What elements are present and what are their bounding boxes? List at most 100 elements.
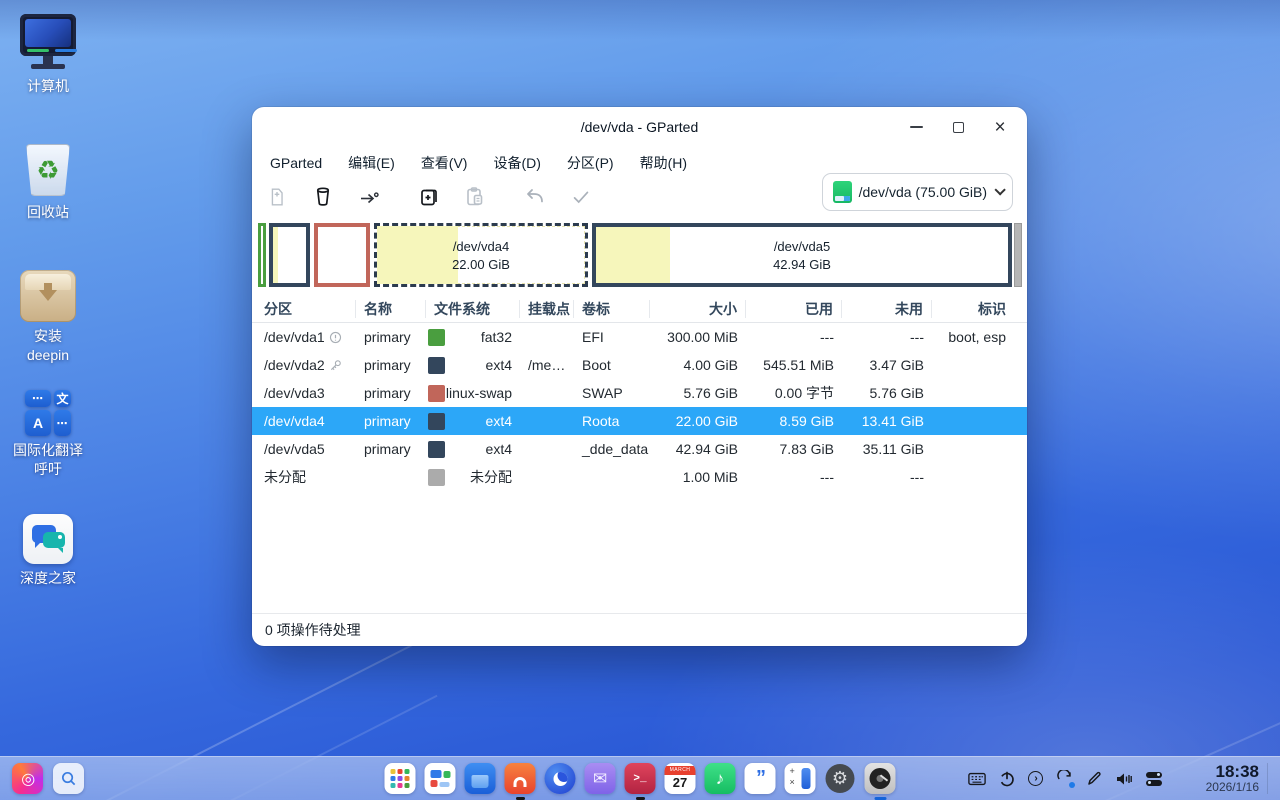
multitasking-button[interactable] bbox=[424, 763, 456, 794]
power-icon[interactable] bbox=[999, 771, 1015, 787]
calculator-button[interactable]: + × bbox=[784, 763, 816, 794]
clock-time: 18:38 bbox=[1215, 761, 1259, 781]
used: 7.83 GiB bbox=[779, 441, 834, 457]
flags bbox=[932, 435, 1020, 463]
partition-name: /dev/vda3 bbox=[264, 385, 325, 401]
col-filesystem[interactable]: 文件系统 bbox=[426, 300, 520, 318]
key-icon bbox=[330, 359, 341, 370]
music-button[interactable]: ♪ bbox=[704, 763, 736, 794]
taskbar-left: ◎ bbox=[12, 763, 84, 794]
desktop-icon-computer[interactable]: 计算机 bbox=[0, 12, 96, 96]
terminal-button[interactable]: >_ bbox=[624, 763, 656, 800]
search-button[interactable] bbox=[53, 763, 84, 794]
launcher-button[interactable]: ◎ bbox=[12, 763, 43, 794]
size: 22.00 GiB bbox=[675, 413, 738, 429]
gparted-window: /dev/vda - GParted × GParted 编辑(E) 查看(V)… bbox=[252, 107, 1027, 646]
diskbar-segment-vda3[interactable] bbox=[314, 223, 370, 287]
expand-tray-icon[interactable]: › bbox=[1028, 771, 1043, 786]
desktop-icon-label: 安装 bbox=[33, 328, 62, 344]
voice-notes-button[interactable]: ” bbox=[744, 763, 776, 794]
minimize-button[interactable] bbox=[895, 107, 937, 147]
menu-gparted[interactable]: GParted bbox=[270, 155, 322, 171]
col-unused[interactable]: 未用 bbox=[842, 300, 932, 318]
titlebar[interactable]: /dev/vda - GParted × bbox=[252, 107, 1027, 147]
new-partition-button[interactable] bbox=[262, 182, 292, 212]
diskbar-segment-unallocated[interactable] bbox=[1014, 223, 1022, 287]
col-mountpoint[interactable]: 挂载点 bbox=[520, 300, 574, 318]
resize-move-button[interactable] bbox=[354, 182, 384, 212]
browser-button[interactable] bbox=[544, 763, 576, 794]
fs-color-swatch bbox=[428, 468, 445, 486]
diskbar-segment-vda1[interactable] bbox=[258, 223, 266, 287]
maximize-button[interactable] bbox=[937, 107, 979, 147]
taskbar-clock[interactable]: 18:38 2026/1/16 bbox=[1206, 761, 1268, 795]
app-grid-button[interactable] bbox=[384, 763, 416, 794]
mail-button[interactable]: ✉ bbox=[584, 763, 616, 794]
menu-device[interactable]: 设备(D) bbox=[493, 153, 540, 173]
desktop-icon-recycle-bin[interactable]: ♻ 回收站 bbox=[0, 140, 96, 222]
toggles-icon[interactable] bbox=[1146, 771, 1162, 786]
unused: 3.47 GiB bbox=[869, 357, 924, 373]
music-icon: ♪ bbox=[715, 768, 725, 788]
close-button[interactable]: × bbox=[979, 107, 1021, 147]
partition-type: primary bbox=[364, 385, 411, 401]
browser-icon bbox=[553, 771, 567, 786]
col-partition[interactable]: 分区 bbox=[252, 300, 356, 318]
used: --- bbox=[820, 469, 834, 485]
desktop-icon-label: 深度之家 bbox=[20, 570, 76, 586]
col-size[interactable]: 大小 bbox=[650, 300, 746, 318]
col-label[interactable]: 卷标 bbox=[574, 300, 650, 318]
flags bbox=[932, 351, 1020, 379]
diskbar-segment-vda5[interactable]: /dev/vda5 42.94 GiB bbox=[592, 223, 1012, 287]
device-selector[interactable]: /dev/vda (75.00 GiB) bbox=[821, 173, 1013, 211]
apply-operations-button[interactable] bbox=[566, 182, 596, 212]
table-row-vda3[interactable]: /dev/vda3 primary linux-swap SWAP 5.76 G… bbox=[252, 379, 1027, 407]
menu-help[interactable]: 帮助(H) bbox=[640, 153, 687, 173]
segment-device: /dev/vda4 bbox=[452, 238, 510, 254]
diskbar-segment-vda4[interactable]: /dev/vda4 22.00 GiB bbox=[374, 223, 588, 287]
install-deepin-icon bbox=[20, 270, 76, 322]
voice-notes-icon: ” bbox=[756, 767, 766, 789]
control-center-button[interactable]: ⚙ bbox=[825, 763, 856, 794]
close-icon: × bbox=[994, 116, 1006, 138]
desktop-icon-i18n-translate[interactable]: ⋯ 文 A ⋯ 国际化翻译 呼吁 bbox=[0, 390, 96, 479]
update-icon[interactable] bbox=[1056, 770, 1075, 788]
chevron-down-icon bbox=[994, 184, 1006, 196]
system-tray: › bbox=[968, 770, 1162, 788]
undo-icon bbox=[527, 189, 543, 203]
menu-edit[interactable]: 编辑(E) bbox=[348, 153, 395, 173]
desktop-icon-label: 回收站 bbox=[27, 204, 69, 220]
screenshot-pen-icon[interactable] bbox=[1086, 771, 1102, 787]
menu-partition[interactable]: 分区(P) bbox=[567, 153, 614, 173]
calendar-button[interactable]: MARCH 27 bbox=[664, 763, 696, 794]
menu-view[interactable]: 查看(V) bbox=[421, 153, 468, 173]
device-selector-value: /dev/vda (75.00 GiB) bbox=[858, 184, 987, 200]
volume-icon[interactable] bbox=[1115, 771, 1133, 787]
table-row-vda5[interactable]: /dev/vda5 primary ext4 _dde_data 42.94 G… bbox=[252, 435, 1027, 463]
onboard-keyboard-icon[interactable] bbox=[968, 772, 986, 786]
search-icon bbox=[61, 771, 76, 786]
gparted-taskbar-button[interactable] bbox=[864, 763, 896, 800]
table-row-unallocated[interactable]: 未分配 未分配 1.00 MiB --- --- bbox=[252, 463, 1027, 491]
diskbar-segment-vda2[interactable] bbox=[269, 223, 310, 287]
size: 42.94 GiB bbox=[675, 441, 738, 457]
delete-icon bbox=[316, 187, 330, 206]
desktop-icon-label: deepin bbox=[26, 347, 70, 363]
paste-partition-button[interactable] bbox=[460, 182, 490, 212]
delete-partition-button[interactable] bbox=[308, 182, 338, 212]
undo-operation-button[interactable] bbox=[520, 182, 550, 212]
col-name[interactable]: 名称 bbox=[356, 300, 426, 318]
table-row-vda1[interactable]: /dev/vda1 primary fat32 EFI 300.00 MiB -… bbox=[252, 323, 1027, 351]
desktop-icon-install-deepin[interactable]: 安装 deepin bbox=[0, 270, 96, 365]
app-store-button[interactable] bbox=[504, 763, 536, 800]
table-row-vda4-selected[interactable]: /dev/vda4 primary ext4 Roota 22.00 GiB 8… bbox=[252, 407, 1027, 435]
green-disk-icon bbox=[832, 181, 852, 203]
partition-type: primary bbox=[364, 329, 411, 345]
computer-icon bbox=[19, 12, 77, 72]
col-flags[interactable]: 标识 bbox=[932, 300, 1020, 318]
desktop-icon-deepin-home[interactable]: 深度之家 bbox=[0, 514, 96, 588]
file-manager-button[interactable] bbox=[464, 763, 496, 794]
copy-partition-button[interactable] bbox=[414, 182, 444, 212]
table-row-vda2[interactable]: /dev/vda2 primary ext4 /me… Boot 4.00 Gi… bbox=[252, 351, 1027, 379]
col-used[interactable]: 已用 bbox=[746, 300, 842, 318]
